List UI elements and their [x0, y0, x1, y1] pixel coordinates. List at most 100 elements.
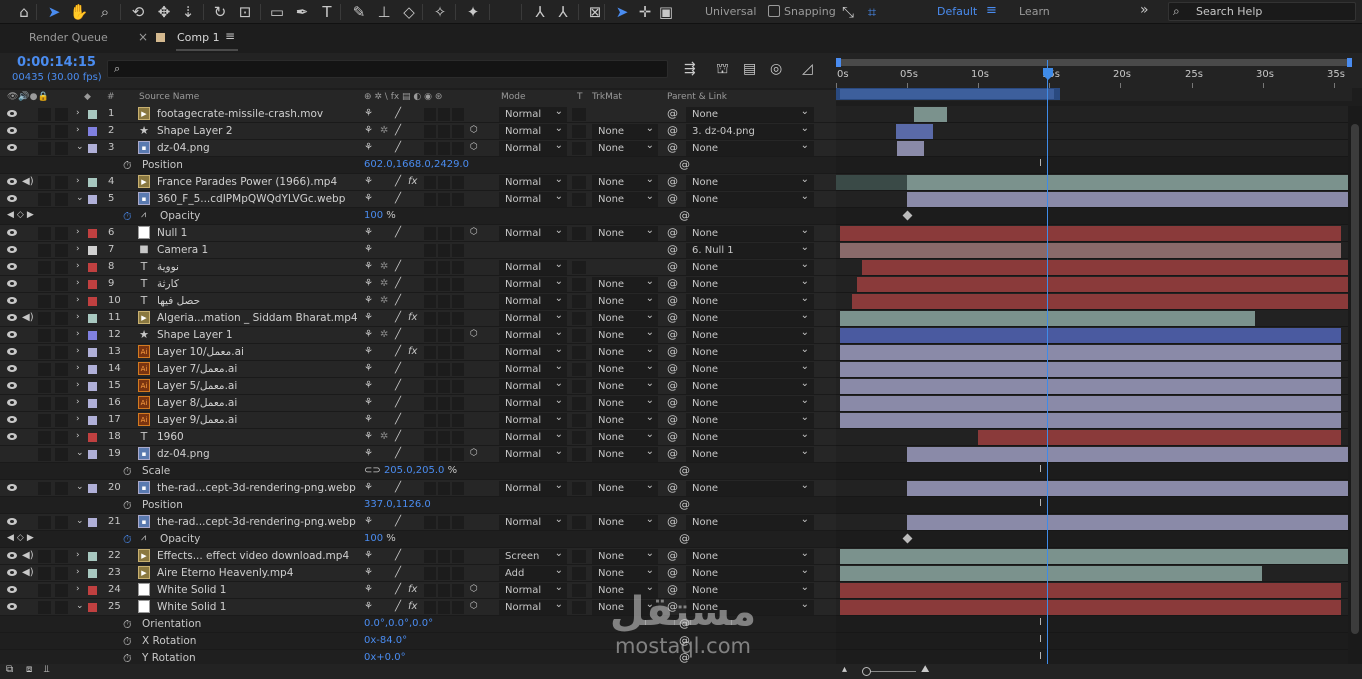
quality-switch-icon[interactable]: ╱: [395, 261, 401, 272]
switch-box[interactable]: [452, 482, 464, 495]
track-matte-select[interactable]: None: [592, 563, 658, 581]
property-value-text[interactable]: 100: [364, 210, 383, 221]
preserve-transparency-toggle[interactable]: [572, 431, 586, 444]
blend-mode-select[interactable]: Normal: [499, 359, 567, 377]
quality-switch-icon[interactable]: ╱: [395, 550, 401, 561]
layer-name[interactable]: the-rad...cept-3d-rendering-png.webp: [157, 482, 357, 494]
switch-box[interactable]: [452, 414, 464, 427]
preserve-transparency-toggle[interactable]: [572, 278, 586, 291]
puppet-pin-icon[interactable]: ✦: [463, 2, 483, 22]
draft-3d-icon[interactable]: ⛫: [716, 61, 729, 79]
toggle-switches-icon[interactable]: ⫫: [44, 664, 50, 675]
switch-box[interactable]: [438, 414, 450, 427]
switch-box[interactable]: [452, 193, 464, 206]
scrollbar-thumb[interactable]: [1351, 124, 1359, 634]
collapse-switch-icon[interactable]: ✲: [380, 278, 388, 289]
blend-mode-select[interactable]: Normal: [499, 597, 567, 615]
switch-box[interactable]: [424, 448, 436, 461]
preserve-transparency-toggle[interactable]: [572, 567, 586, 580]
track-matte-select[interactable]: None: [592, 427, 658, 445]
visibility-eye-icon[interactable]: [7, 551, 17, 560]
effects-switch-icon[interactable]: fx: [408, 312, 417, 323]
solo-toggle[interactable]: [38, 261, 51, 274]
layer-duration-bar[interactable]: [840, 600, 1341, 615]
track-row[interactable]: [836, 514, 1348, 531]
work-area-start-handle[interactable]: [836, 58, 841, 67]
property-value[interactable]: 602.0,1668.0,2429.0: [364, 159, 469, 170]
switch-box[interactable]: [452, 108, 464, 121]
switch-box[interactable]: [452, 431, 464, 444]
quality-switch-icon[interactable]: ╱: [395, 516, 401, 527]
blend-mode-select[interactable]: Normal: [499, 121, 567, 139]
quality-switch-icon[interactable]: ╱: [395, 431, 401, 442]
solo-toggle[interactable]: [38, 584, 51, 597]
quality-switch-icon[interactable]: ╱: [395, 584, 401, 595]
pick-whip-icon[interactable]: @: [667, 447, 678, 460]
dolly-camera-icon[interactable]: ⇣: [178, 2, 198, 22]
visibility-eye-icon[interactable]: [7, 585, 17, 594]
3d-layer-icon[interactable]: ⬡: [470, 227, 478, 237]
lock-toggle[interactable]: [55, 414, 68, 427]
track-row[interactable]: [836, 429, 1348, 446]
label-color-swatch[interactable]: [88, 518, 97, 527]
pick-whip-icon[interactable]: @: [667, 141, 678, 154]
solo-toggle[interactable]: [38, 448, 51, 461]
blend-mode-select[interactable]: Normal: [499, 512, 567, 530]
parent-select[interactable]: None: [686, 138, 814, 156]
layer-name[interactable]: 360_F_5...cdIPMpQWQdYLVGc.webp: [157, 193, 357, 205]
label-color-swatch[interactable]: [88, 195, 97, 204]
blend-mode-select[interactable]: Normal: [499, 257, 567, 275]
parent-select[interactable]: 6. Null 1: [686, 240, 814, 258]
lock-toggle[interactable]: [55, 482, 68, 495]
visibility-eye-icon[interactable]: [7, 177, 17, 186]
visibility-eye-icon[interactable]: [7, 279, 17, 288]
layer-row[interactable]: › 14 Ai Layer 7/معمل.ai ⚘ ╱ Normal None @ None: [0, 359, 836, 378]
audio-speaker-icon[interactable]: ◀): [22, 312, 34, 323]
tab-menu-icon[interactable]: ≡: [225, 29, 235, 43]
view-axis-icon[interactable]: ⊠: [585, 2, 605, 22]
layer-name[interactable]: France Parades Power (1966).mp4: [157, 176, 357, 188]
layer-search-input[interactable]: ⌕: [107, 60, 668, 78]
layer-name[interactable]: dz-04.png: [157, 142, 357, 154]
solo-toggle[interactable]: [38, 431, 51, 444]
lock-toggle[interactable]: [55, 363, 68, 376]
switch-box[interactable]: [452, 550, 464, 563]
expand-collapse-icon[interactable]: ⧈: [26, 664, 32, 675]
switch-box[interactable]: [438, 261, 450, 274]
layer-row[interactable]: ⌄ 19 ▪ dz-04.png ⚘ ╱ ⬡ Normal None @ None: [0, 444, 836, 463]
collapse-switch-icon[interactable]: ✲: [380, 261, 388, 272]
visibility-eye-icon[interactable]: [7, 517, 17, 526]
blend-mode-select[interactable]: Normal: [499, 580, 567, 598]
snapping-checkbox[interactable]: [768, 5, 780, 17]
snap-target-icon[interactable]: ⌗: [862, 2, 882, 22]
pick-whip-icon[interactable]: @: [667, 413, 678, 426]
3d-layer-icon[interactable]: ⬡: [470, 601, 478, 611]
3d-layer-icon[interactable]: ⬡: [470, 125, 478, 135]
switch-box[interactable]: [424, 567, 436, 580]
switch-box[interactable]: [452, 363, 464, 376]
layer-row[interactable]: › 18 T 1960 ⚘ ✲ ╱ Normal None @ None: [0, 427, 836, 446]
expression-pick-whip-icon[interactable]: @: [679, 209, 690, 222]
parent-select[interactable]: None: [686, 325, 814, 343]
layer-row[interactable]: ⌄ 5 ▪ 360_F_5...cdIPMpQWQdYLVGc.webp ⚘ ╱ Norma…: [0, 189, 836, 208]
preserve-transparency-toggle[interactable]: [572, 414, 586, 427]
switch-box[interactable]: [438, 431, 450, 444]
switch-box[interactable]: [424, 363, 436, 376]
switch-box[interactable]: [452, 584, 464, 597]
property-value[interactable]: 337.0,1126.0: [364, 499, 431, 510]
layer-name[interactable]: White Solid 1: [157, 601, 357, 613]
solo-toggle[interactable]: [38, 363, 51, 376]
track-matte-select[interactable]: None: [592, 223, 658, 241]
switch-box[interactable]: [424, 346, 436, 359]
shy-switch-icon[interactable]: ⚘: [364, 363, 373, 374]
track-row[interactable]: [836, 548, 1348, 565]
expand-twisty-icon[interactable]: ›: [76, 397, 80, 407]
quality-switch-icon[interactable]: ╱: [395, 295, 401, 306]
preserve-transparency-toggle[interactable]: [572, 261, 586, 274]
switch-box[interactable]: [424, 584, 436, 597]
track-matte-select[interactable]: None: [592, 138, 658, 156]
shy-switch-icon[interactable]: ⚘: [364, 125, 373, 136]
pick-whip-icon[interactable]: @: [667, 311, 678, 324]
blend-mode-select[interactable]: Normal: [499, 291, 567, 309]
switch-box[interactable]: [438, 176, 450, 189]
